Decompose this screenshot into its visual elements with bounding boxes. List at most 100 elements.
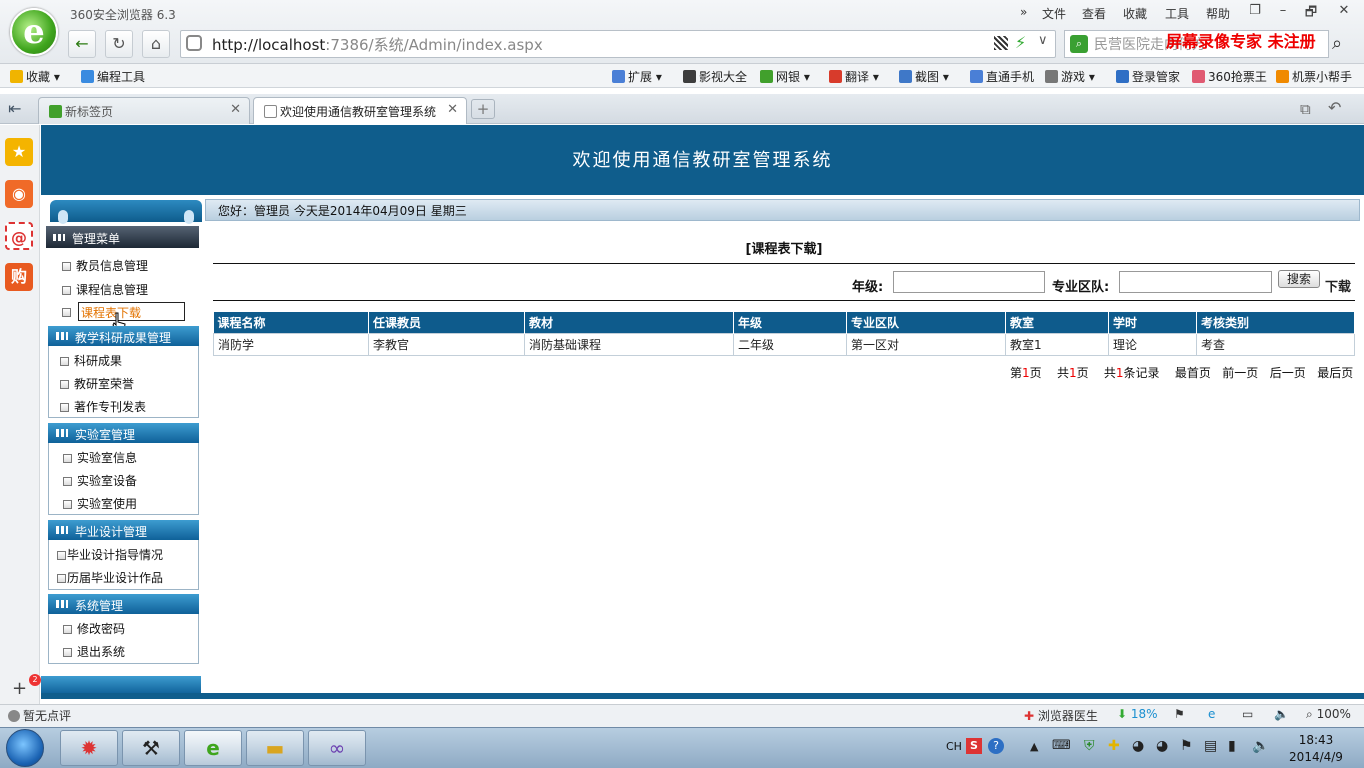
- sidebar-item-thesis-guidance[interactable]: 毕业设计指导情况: [57, 546, 163, 563]
- toolbar-screenshot[interactable]: 截图 ▾: [899, 68, 949, 85]
- sidebar-item-thesis-works[interactable]: 历届毕业设计作品: [57, 569, 163, 586]
- window-icon[interactable]: ▭: [1242, 707, 1253, 721]
- restore-button[interactable]: 🗗: [1300, 3, 1322, 21]
- tray-device-icon[interactable]: ▤: [1204, 738, 1217, 754]
- section-research-header[interactable]: 教学科研成果管理: [48, 326, 199, 346]
- browser-logo-icon[interactable]: e: [10, 8, 58, 56]
- lightning-icon[interactable]: ⚡: [1015, 33, 1026, 52]
- section-lab-header[interactable]: 实验室管理: [48, 423, 199, 443]
- ie-mode-icon[interactable]: e: [1208, 707, 1215, 721]
- search-engine-icon[interactable]: ⌕: [1070, 35, 1088, 53]
- url-dropdown-icon[interactable]: ∨: [1038, 33, 1048, 48]
- new-tab-button[interactable]: +: [471, 99, 495, 119]
- search-button[interactable]: 搜索: [1278, 270, 1320, 288]
- sidebar-item-schedule-download[interactable]: 课程表下载: [78, 302, 185, 321]
- skin-icon[interactable]: ❐: [1244, 3, 1266, 21]
- tray-shield-icon[interactable]: ⛨: [1084, 738, 1095, 754]
- toolbar-videos[interactable]: 影视大全: [683, 68, 747, 85]
- ime-indicator[interactable]: CH: [946, 740, 962, 753]
- start-button[interactable]: [6, 729, 44, 767]
- toolbar-games[interactable]: 游戏 ▾: [1045, 68, 1095, 85]
- qr-code-icon[interactable]: [994, 36, 1008, 50]
- restore-tab-icon[interactable]: ⧉: [1300, 100, 1311, 118]
- pager-first-link[interactable]: 最首页: [1175, 366, 1211, 380]
- menu-file[interactable]: 文件: [1042, 5, 1066, 22]
- chevron-menu-icon[interactable]: »: [1020, 5, 1027, 19]
- pager-prev-link[interactable]: 前一页: [1222, 366, 1258, 380]
- taskbar-app-icon[interactable]: ✹: [60, 730, 118, 766]
- tray-signal-icon[interactable]: ▮: [1228, 738, 1236, 754]
- tray-expand-icon[interactable]: ▲: [1030, 740, 1038, 753]
- toolbar-extensions[interactable]: 扩展 ▾: [612, 68, 662, 85]
- close-tab-icon[interactable]: ✕: [447, 102, 458, 117]
- clock[interactable]: 18:43 2014/4/9: [1286, 732, 1346, 766]
- grade-input[interactable]: [893, 271, 1045, 293]
- refresh-button[interactable]: ↻: [105, 30, 133, 58]
- back-button[interactable]: ←: [68, 30, 96, 58]
- minimize-button[interactable]: –: [1272, 3, 1294, 21]
- sidebar-item-honors[interactable]: 教研室荣誉: [60, 375, 134, 392]
- search-icon[interactable]: ⌕: [1332, 33, 1342, 54]
- menu-favorites[interactable]: 收藏: [1123, 5, 1147, 22]
- toolbar-translate[interactable]: 翻译 ▾: [829, 68, 879, 85]
- sidebar-item-logout[interactable]: 退出系统: [63, 643, 125, 660]
- tray-volume-icon[interactable]: 🔈: [1252, 738, 1269, 754]
- sidebar-item-publications[interactable]: 著作专刊发表: [60, 398, 146, 415]
- mail-icon[interactable]: @: [5, 222, 33, 250]
- home-button[interactable]: ⌂: [142, 30, 170, 58]
- tray-360-icon[interactable]: ✚: [1108, 738, 1120, 754]
- sidebar-item-lab-equipment[interactable]: 实验室设备: [63, 472, 137, 489]
- pager-next-link[interactable]: 后一页: [1270, 366, 1306, 380]
- toggle-icon[interactable]: ⚑: [1174, 707, 1185, 721]
- undo-icon[interactable]: ↶: [1328, 98, 1341, 117]
- browser-doctor[interactable]: ✚ 浏览器医生: [1024, 707, 1098, 724]
- menu-view[interactable]: 查看: [1082, 5, 1106, 22]
- url-text[interactable]: http://localhost:7386/系统/Admin/index.asp…: [212, 34, 543, 55]
- sidebar-item-lab-usage[interactable]: 实验室使用: [63, 495, 137, 512]
- favorite-programming-tools[interactable]: 编程工具: [81, 68, 145, 85]
- add-sidebar-icon[interactable]: +: [12, 678, 27, 699]
- pager-last-link[interactable]: 最后页: [1317, 366, 1353, 380]
- tray-qq-icon[interactable]: ◕: [1132, 738, 1144, 754]
- weibo-icon[interactable]: ◉: [5, 180, 33, 208]
- sidebar-item-lab-info[interactable]: 实验室信息: [63, 449, 137, 466]
- sidebar-item-teacher-info[interactable]: 教员信息管理: [62, 257, 148, 274]
- section-system-header[interactable]: 系统管理: [48, 594, 199, 614]
- toolbar-ticket[interactable]: 360抢票王: [1192, 68, 1267, 85]
- team-input[interactable]: [1119, 271, 1272, 293]
- favorites-star-icon[interactable]: ★: [5, 138, 33, 166]
- help-icon[interactable]: ?: [988, 738, 1004, 754]
- tray-network-icon[interactable]: ⌨: [1052, 738, 1071, 753]
- section-graduation-header[interactable]: 毕业设计管理: [48, 520, 199, 540]
- tab-new-tab[interactable]: 新标签页 ✕: [38, 97, 250, 124]
- tray-flag-icon[interactable]: ⚑: [1180, 738, 1193, 754]
- sidebar-item-change-password[interactable]: 修改密码: [63, 620, 125, 637]
- toolbar-label: 网银: [776, 70, 801, 84]
- tab-active[interactable]: 欢迎使用通信教研室管理系统 ✕: [253, 97, 467, 124]
- zoom-level[interactable]: ⌕ 100%: [1306, 707, 1351, 722]
- security-shield-icon[interactable]: [186, 35, 202, 51]
- volume-icon[interactable]: 🔈: [1274, 707, 1289, 721]
- download-link[interactable]: 下载: [1325, 276, 1351, 295]
- menu-help[interactable]: 帮助: [1206, 5, 1230, 22]
- taskbar-browser-icon[interactable]: e: [184, 730, 242, 766]
- sidebar-toggle-icon[interactable]: ⇤: [8, 99, 21, 118]
- sidebar-item-course-info[interactable]: 课程信息管理: [62, 281, 148, 298]
- taskbar-tools-icon[interactable]: ⚒: [122, 730, 180, 766]
- toolbar-online-banking[interactable]: 网银 ▾: [760, 68, 810, 85]
- close-window-button[interactable]: ✕: [1333, 3, 1355, 21]
- tray-qq2-icon[interactable]: ◕: [1156, 738, 1168, 754]
- taskbar-explorer-icon[interactable]: ▬: [246, 730, 304, 766]
- favorites-button[interactable]: 收藏 ▾: [10, 68, 60, 85]
- sidebar-item-research-results[interactable]: 科研成果: [60, 352, 122, 369]
- download-status[interactable]: ⬇ 18%: [1117, 707, 1158, 721]
- shopping-icon[interactable]: 购: [5, 263, 33, 291]
- taskbar-vs-icon[interactable]: ∞: [308, 730, 366, 766]
- menu-tools[interactable]: 工具: [1165, 5, 1189, 22]
- toolbar-flight-helper[interactable]: 机票小帮手: [1276, 68, 1352, 85]
- status-comment[interactable]: 暂无点评: [8, 707, 71, 724]
- sogou-ime-icon[interactable]: S: [966, 738, 982, 754]
- toolbar-login-manager[interactable]: 登录管家: [1116, 68, 1180, 85]
- toolbar-phone[interactable]: 直通手机: [970, 68, 1034, 85]
- close-tab-icon[interactable]: ✕: [230, 102, 241, 117]
